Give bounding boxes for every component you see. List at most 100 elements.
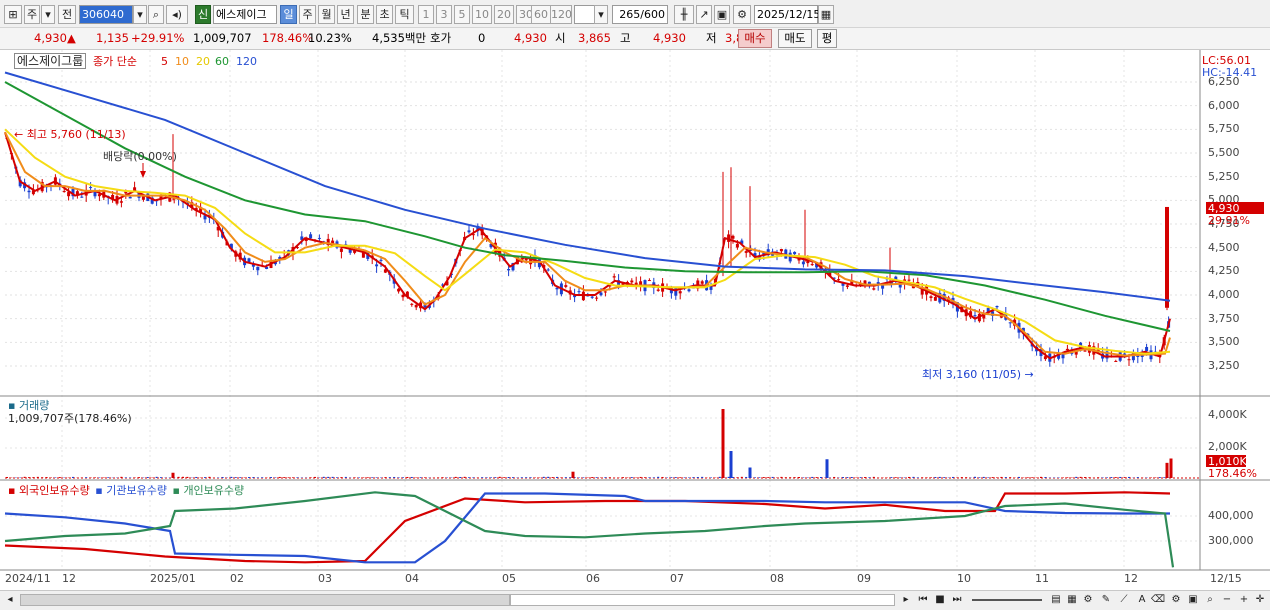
candle-body bbox=[317, 237, 321, 239]
volume-bar bbox=[512, 477, 514, 478]
stock-code-input[interactable]: 306040 bbox=[79, 5, 133, 24]
interval-button[interactable]: 1 bbox=[418, 5, 434, 24]
gear-icon[interactable]: ⚙ bbox=[733, 5, 751, 24]
x-tick-label: 05 bbox=[502, 572, 516, 585]
period-tab-week[interactable]: 주 bbox=[299, 5, 316, 24]
chart-icon[interactable]: ⊞ bbox=[4, 5, 22, 24]
volume-bar bbox=[32, 477, 35, 478]
volume-bar bbox=[287, 477, 290, 478]
volume-bar bbox=[877, 477, 880, 478]
stock-name-field[interactable]: 에스제이그 bbox=[213, 5, 277, 24]
volume-bar bbox=[402, 477, 404, 478]
line-icon[interactable]: ⟋ bbox=[1116, 592, 1132, 608]
x-tick-label: 02 bbox=[230, 572, 244, 585]
zoom-icon[interactable]: ⌕ bbox=[1202, 592, 1218, 608]
dropdown-arrow-icon[interactable]: ▾ bbox=[41, 5, 55, 24]
volume-bar bbox=[921, 477, 924, 478]
x-tick-label: 12/15 bbox=[1210, 572, 1242, 585]
stop-icon[interactable]: ■ bbox=[932, 592, 948, 608]
volume-bar bbox=[1031, 477, 1034, 478]
zoom-out-icon[interactable]: − bbox=[1219, 592, 1235, 608]
period-tab-second[interactable]: 초 bbox=[376, 5, 393, 24]
volume-bar bbox=[729, 451, 733, 478]
volume-ratio: 178.46% bbox=[262, 31, 314, 45]
price-tick-label: 5,500 bbox=[1208, 146, 1240, 159]
draw-tool-icon[interactable]: ↗ bbox=[696, 5, 712, 24]
bar-count-field[interactable]: 265/600 bbox=[612, 5, 668, 24]
panel-title[interactable]: 에스제이그룹 bbox=[14, 53, 87, 69]
zoom-slider[interactable] bbox=[972, 599, 1042, 601]
open-price: 3,865 bbox=[578, 31, 611, 45]
fast-forward-icon[interactable]: ⏭ bbox=[949, 592, 965, 608]
volume-bar bbox=[644, 477, 646, 478]
volume-bar bbox=[529, 477, 532, 478]
scroll-track[interactable] bbox=[20, 594, 510, 606]
search-icon[interactable]: ⌕ bbox=[148, 5, 164, 24]
volume-bar bbox=[256, 477, 259, 478]
tools-icon[interactable]: ⚙ bbox=[1080, 592, 1096, 608]
date-input[interactable]: 2025/12/15 bbox=[754, 5, 820, 24]
volume-bar bbox=[771, 476, 774, 478]
scroll-right-icon[interactable]: ▸ bbox=[898, 592, 914, 608]
rewind-icon[interactable]: ⏮ bbox=[915, 592, 931, 608]
settings-icon[interactable]: ⚙ bbox=[1168, 592, 1184, 608]
chart-scrollbar[interactable]: ◂ ▸ ⏮ ■ ⏭ ▤ ▦ ⚙ ✎ ⟋ A ⌫ ⚙ ▣ ⌕ − + ✛ bbox=[0, 590, 1270, 610]
volume-bar bbox=[1079, 476, 1082, 478]
volume-bar bbox=[815, 477, 818, 478]
volume-bar bbox=[6, 476, 8, 478]
period-tab-minute[interactable]: 분 bbox=[357, 5, 374, 24]
period-tab-month[interactable]: 월 bbox=[318, 5, 335, 24]
interval-button[interactable]: 5 bbox=[454, 5, 470, 24]
period-tab-day[interactable]: 일 bbox=[280, 5, 297, 24]
save-icon[interactable]: ▣ bbox=[714, 5, 730, 24]
period-toggle-button[interactable]: 주 bbox=[24, 5, 40, 24]
prev-button[interactable]: 전 bbox=[58, 5, 76, 24]
pan-icon[interactable]: ✛ bbox=[1252, 592, 1268, 608]
volume-bar bbox=[476, 477, 479, 478]
grid-icon[interactable]: ▣ bbox=[1185, 592, 1201, 608]
volume-bar bbox=[683, 477, 686, 478]
calendar-icon[interactable]: ▦ bbox=[818, 5, 834, 24]
volume-bar bbox=[234, 477, 237, 478]
sell-button[interactable]: 매도 bbox=[778, 29, 812, 48]
volume-bar bbox=[745, 476, 748, 478]
zoom-in-icon[interactable]: + bbox=[1236, 592, 1252, 608]
interval-button[interactable]: 3 bbox=[436, 5, 452, 24]
volume-bar bbox=[991, 477, 994, 478]
interval-dropdown-icon[interactable]: ▾ bbox=[594, 5, 608, 24]
interval-button[interactable]: 120 bbox=[550, 5, 572, 24]
volume-bar bbox=[868, 477, 871, 478]
volume-bar bbox=[956, 477, 959, 478]
interval-button[interactable]: 10 bbox=[472, 5, 492, 24]
chart-canvas[interactable] bbox=[0, 50, 1270, 590]
period-tab-year[interactable]: 년 bbox=[337, 5, 354, 24]
volume-bar bbox=[419, 477, 422, 478]
volume-bar bbox=[802, 477, 805, 478]
candle-type-icon[interactable]: ╫ bbox=[674, 5, 694, 24]
period-tab-tick[interactable]: 틱 bbox=[395, 5, 414, 24]
volume-bar bbox=[322, 476, 325, 478]
buy-button[interactable]: 매수 bbox=[738, 29, 772, 48]
interval-button[interactable]: 20 bbox=[494, 5, 514, 24]
text-icon[interactable]: A bbox=[1134, 592, 1150, 608]
candle-body bbox=[379, 259, 383, 261]
volume-bar bbox=[582, 477, 585, 478]
volume-bar bbox=[468, 477, 470, 478]
volume-bar bbox=[793, 477, 796, 478]
interval-button[interactable]: 60 bbox=[531, 5, 551, 24]
layout-icon[interactable]: ▤ bbox=[1048, 592, 1064, 608]
speaker-icon[interactable]: ◂) bbox=[166, 5, 188, 24]
erase-icon[interactable]: ⌫ bbox=[1150, 592, 1166, 608]
sin-badge[interactable]: 신 bbox=[195, 5, 211, 24]
volume-bar bbox=[727, 476, 730, 478]
scroll-thumb[interactable] bbox=[510, 594, 895, 606]
draw-icon[interactable]: ✎ bbox=[1098, 592, 1114, 608]
last-pct-tag: 29.91% bbox=[1208, 214, 1250, 227]
code-dropdown-icon[interactable]: ▾ bbox=[133, 5, 147, 24]
scroll-left-icon[interactable]: ◂ bbox=[2, 592, 18, 608]
candle-body bbox=[128, 196, 132, 199]
table-icon[interactable]: ▦ bbox=[1064, 592, 1080, 608]
volume-bar bbox=[171, 472, 175, 478]
eval-button[interactable]: 평 bbox=[817, 29, 837, 48]
legend-individual: ▪ 개인보유수량 bbox=[172, 484, 245, 497]
